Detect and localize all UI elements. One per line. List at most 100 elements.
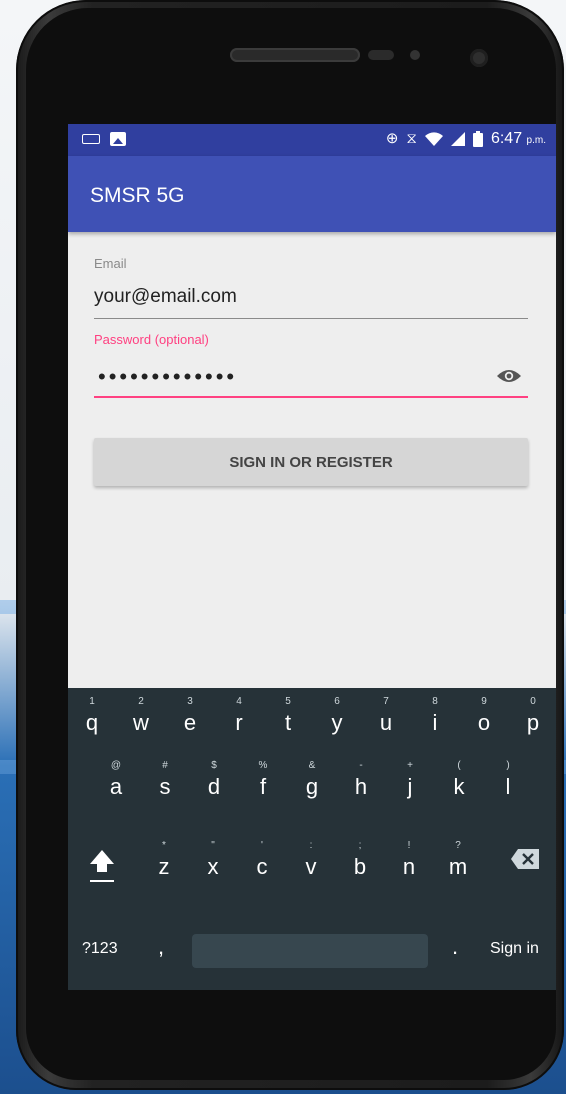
- key-f[interactable]: % f: [243, 752, 283, 810]
- key-label: p: [526, 710, 540, 735]
- key-r[interactable]: 4r: [219, 688, 259, 746]
- key-hint: &: [308, 760, 316, 771]
- status-bar: ⊕ ⧖ 6:47 p.m.: [68, 124, 556, 156]
- key-hint: %: [258, 760, 268, 771]
- key-label: g: [305, 774, 319, 799]
- key-hint: ?: [455, 840, 461, 851]
- key-hint: $: [211, 760, 217, 771]
- password-field[interactable]: •••••••••••••: [98, 364, 237, 390]
- light-sensor: [410, 50, 420, 60]
- backspace-icon[interactable]: [510, 848, 540, 870]
- earpiece-speaker: [230, 48, 360, 62]
- key-label: j: [407, 774, 413, 799]
- key-c[interactable]: ' c: [242, 832, 282, 890]
- key-i[interactable]: 8i: [415, 688, 455, 746]
- phone-frame: ⊕ ⧖ 6:47 p.m. SMSR 5G Email your@email.c…: [16, 0, 564, 1090]
- key-hint: !: [407, 840, 411, 851]
- battery-icon: [472, 131, 483, 147]
- key-label: e: [183, 710, 197, 735]
- key-label: n: [402, 854, 416, 879]
- key-p[interactable]: 0p: [513, 688, 553, 746]
- signal-icon: [450, 132, 465, 146]
- shift-icon[interactable]: [82, 838, 122, 888]
- key-hint: 3: [187, 696, 193, 707]
- key-x[interactable]: " x: [193, 832, 233, 890]
- key-label: x: [207, 854, 219, 879]
- key-label: u: [379, 710, 393, 735]
- hourglass-icon: ⧖: [406, 130, 417, 147]
- key-m[interactable]: ? m: [438, 832, 478, 890]
- key-label: w: [133, 710, 149, 735]
- sign-in-or-register-button[interactable]: SIGN IN OR REGISTER: [94, 438, 528, 486]
- key-s[interactable]: # s: [145, 752, 185, 810]
- keyboard-icon: [82, 134, 100, 144]
- key-hint: ': [261, 840, 263, 851]
- key-z[interactable]: * z: [144, 832, 184, 890]
- key-g[interactable]: & g: [292, 752, 332, 810]
- wifi-icon: [424, 132, 443, 146]
- key-b[interactable]: ; b: [340, 832, 380, 890]
- password-underline: [94, 396, 528, 398]
- key-hint: #: [162, 760, 168, 771]
- key-label: i: [432, 710, 438, 735]
- key-label: b: [353, 854, 367, 879]
- keyboard-row-1: 1q2w3e4r5t6y7u8i9o0p: [68, 688, 556, 748]
- key-hint: @: [110, 760, 122, 771]
- key-hint: ": [211, 840, 215, 851]
- front-camera: [470, 49, 488, 67]
- password-label: Password (optional): [94, 332, 209, 347]
- key-hint: :: [309, 840, 313, 851]
- key-l[interactable]: ) l: [488, 752, 528, 810]
- image-icon: [110, 132, 126, 146]
- key-d[interactable]: $ d: [194, 752, 234, 810]
- key-label: m: [448, 854, 468, 879]
- key-label: k: [453, 774, 465, 799]
- key-j[interactable]: + j: [390, 752, 430, 810]
- key-q[interactable]: 1q: [72, 688, 112, 746]
- key-label: f: [259, 774, 267, 799]
- key-label: l: [505, 774, 511, 799]
- key-t[interactable]: 5t: [268, 688, 308, 746]
- eye-icon[interactable]: [496, 368, 522, 384]
- key-hint: 2: [138, 696, 144, 707]
- key-a[interactable]: @ a: [96, 752, 136, 810]
- key-hint: 1: [89, 696, 95, 707]
- app-bar: SMSR 5G: [68, 156, 556, 232]
- key-v[interactable]: :v: [291, 832, 331, 890]
- key-label: d: [207, 774, 221, 799]
- key-hint: *: [162, 840, 166, 851]
- key-n[interactable]: ! n: [389, 832, 429, 890]
- key-hint: 0: [530, 696, 536, 707]
- spacebar[interactable]: [192, 934, 428, 968]
- key-hint: 8: [432, 696, 438, 707]
- symbols-key[interactable]: ?123: [82, 940, 118, 958]
- key-h[interactable]: -h: [341, 752, 381, 810]
- key-hint: -: [359, 760, 363, 771]
- proximity-sensor: [368, 50, 394, 60]
- email-field[interactable]: your@email.com: [94, 286, 237, 308]
- sign-in-key[interactable]: Sign in: [490, 940, 539, 958]
- device-screen: ⊕ ⧖ 6:47 p.m. SMSR 5G Email your@email.c…: [68, 124, 556, 990]
- soft-keyboard: 1q2w3e4r5t6y7u8i9o0p @ a # s $ d% f & g - h + j(k) l …: [68, 688, 556, 990]
- key-hint: ): [506, 760, 510, 771]
- key-label: a: [109, 774, 123, 799]
- key-hint: 7: [383, 696, 389, 707]
- email-label: Email: [94, 256, 127, 271]
- keyboard-row-2: @ a # s $ d% f & g - h + j(k) l: [68, 752, 556, 812]
- key-hint: (: [457, 760, 461, 771]
- key-hint: +: [407, 760, 413, 771]
- keyboard-row-4: ?123 , . Sign in: [68, 920, 556, 980]
- key-y[interactable]: 6y: [317, 688, 357, 746]
- keyboard-row-3: * z " x ' c: v; b! n? m: [68, 832, 556, 892]
- key-label: r: [235, 710, 243, 735]
- key-k[interactable]: (k: [439, 752, 479, 810]
- key-label: t: [284, 710, 292, 735]
- key-hint: 5: [285, 696, 291, 707]
- key-w[interactable]: 2w: [121, 688, 161, 746]
- key-u[interactable]: 7u: [366, 688, 406, 746]
- comma-key[interactable]: ,: [158, 934, 164, 960]
- key-e[interactable]: 3e: [170, 688, 210, 746]
- app-title: SMSR 5G: [90, 184, 185, 207]
- period-key[interactable]: .: [452, 934, 458, 960]
- key-o[interactable]: 9o: [464, 688, 504, 746]
